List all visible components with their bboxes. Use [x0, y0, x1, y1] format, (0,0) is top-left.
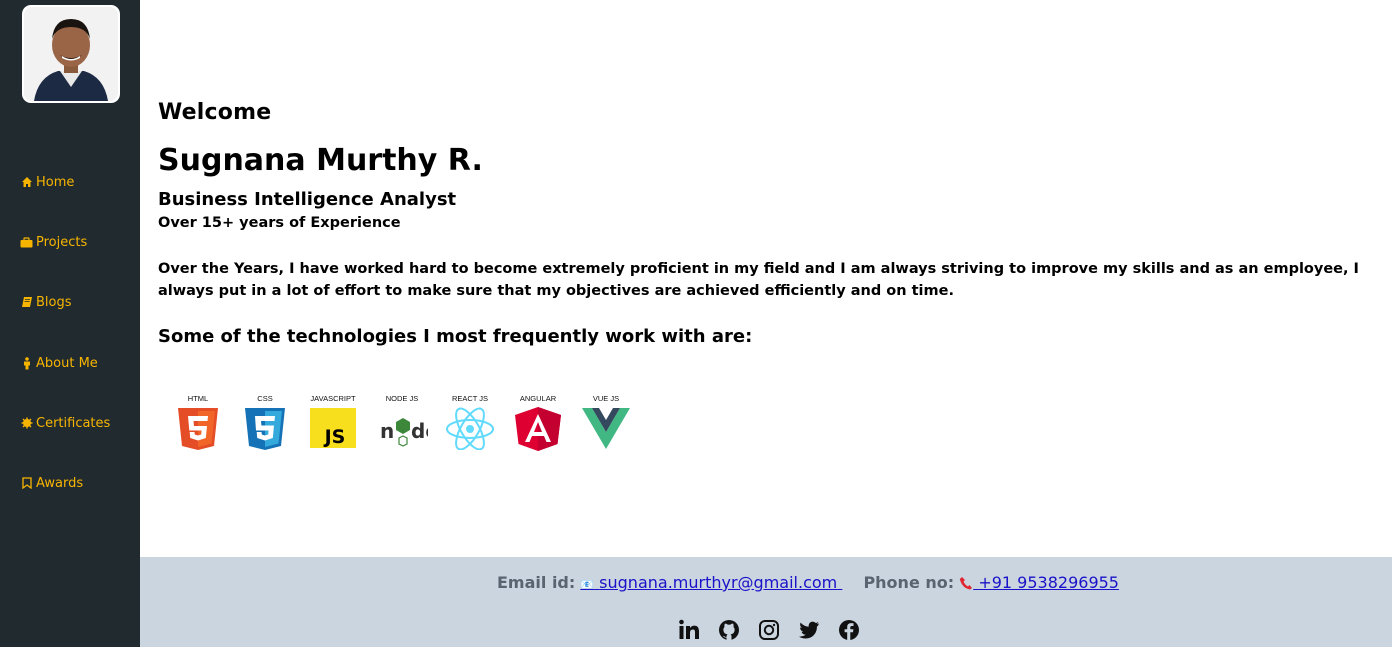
profile-photo: [24, 7, 118, 101]
sidebar-item-label: Blogs: [36, 294, 72, 310]
book-icon: [20, 296, 33, 309]
sidebar-item-label: About Me: [36, 355, 98, 371]
tech-label: ANGULAR: [519, 394, 557, 403]
person-icon: [20, 356, 33, 370]
sidebar-item-about-me[interactable]: About Me: [20, 352, 98, 374]
avatar: [22, 5, 120, 103]
tech-html: HTML: [170, 394, 226, 450]
sidebar-item-label: Awards: [36, 475, 84, 491]
javascript-icon: JS: [310, 408, 356, 448]
tech-label: VUE JS: [592, 394, 620, 403]
profile-name: Sugnana Murthy R.: [158, 143, 483, 178]
tech-heading: Some of the technologies I most frequent…: [158, 326, 753, 347]
briefcase-icon: [20, 236, 33, 249]
react-icon: [446, 407, 494, 450]
sidebar-item-label: Home: [36, 174, 75, 190]
css3-icon: [245, 408, 285, 450]
svg-text:JS: JS: [323, 426, 346, 448]
sidebar: Home Projects Blogs About Me Certificate…: [0, 0, 140, 647]
tech-vue: VUE JS: [578, 394, 634, 450]
sidebar-item-projects[interactable]: Projects: [20, 231, 87, 253]
tech-nodejs: NODE JS n de: [374, 394, 430, 450]
profile-role: Business Intelligence Analyst: [158, 189, 457, 210]
phone-label: Phone no:: [863, 573, 955, 592]
social-links: [678, 619, 860, 641]
tech-label: HTML: [187, 394, 209, 403]
welcome-heading: Welcome: [158, 100, 272, 125]
tech-label: REACT JS: [451, 394, 489, 403]
linkedin-icon[interactable]: [678, 619, 700, 641]
tech-angular: ANGULAR: [510, 394, 566, 452]
svg-text:de: de: [411, 419, 428, 443]
svg-text:n: n: [380, 419, 394, 443]
sidebar-item-blogs[interactable]: Blogs: [20, 291, 72, 313]
angular-icon: [515, 407, 561, 451]
email-address: sugnana.murthyr@gmail.com: [599, 573, 838, 592]
profile-experience: Over 15+ years of Experience: [158, 215, 401, 231]
phone-number: +91 9538296955: [978, 573, 1119, 592]
twitter-icon[interactable]: [798, 619, 820, 641]
home-icon: [20, 176, 33, 189]
tech-label: CSS: [257, 394, 273, 403]
facebook-icon[interactable]: [838, 619, 860, 641]
instagram-icon[interactable]: [758, 619, 780, 641]
phone-link[interactable]: +91 9538296955: [959, 573, 1119, 592]
tech-css: CSS: [237, 394, 293, 450]
tech-javascript: JAVASCRIPT JS: [305, 394, 361, 450]
sidebar-item-label: Certificates: [36, 415, 111, 431]
tech-label: JAVASCRIPT: [310, 394, 356, 403]
email-link[interactable]: 📧 sugnana.murthyr@gmail.com: [580, 573, 842, 592]
html5-icon: [178, 408, 218, 450]
sidebar-item-awards[interactable]: Awards: [20, 472, 83, 494]
certificate-icon: [20, 417, 33, 430]
contact-line: Email id: 📧 sugnana.murthyr@gmail.com Ph…: [497, 573, 1119, 592]
vue-icon: [582, 408, 630, 449]
sidebar-item-home[interactable]: Home: [20, 171, 74, 193]
main-content: Welcome Sugnana Murthy R. Business Intel…: [140, 0, 1392, 557]
phone-icon: [959, 573, 978, 592]
bookmark-icon: [20, 477, 33, 490]
email-label: Email id:: [497, 573, 576, 592]
nodejs-icon: n de: [380, 418, 428, 447]
footer: Email id: 📧 sugnana.murthyr@gmail.com Ph…: [140, 557, 1392, 647]
github-icon[interactable]: [718, 619, 740, 641]
intro-paragraph: Over the Years, I have worked hard to be…: [158, 261, 1359, 299]
tech-label: NODE JS: [385, 394, 419, 403]
email-icon: 📧: [580, 578, 595, 591]
sidebar-item-label: Projects: [36, 234, 88, 250]
tech-react: REACT JS: [442, 394, 498, 450]
sidebar-item-certificates[interactable]: Certificates: [20, 412, 110, 434]
